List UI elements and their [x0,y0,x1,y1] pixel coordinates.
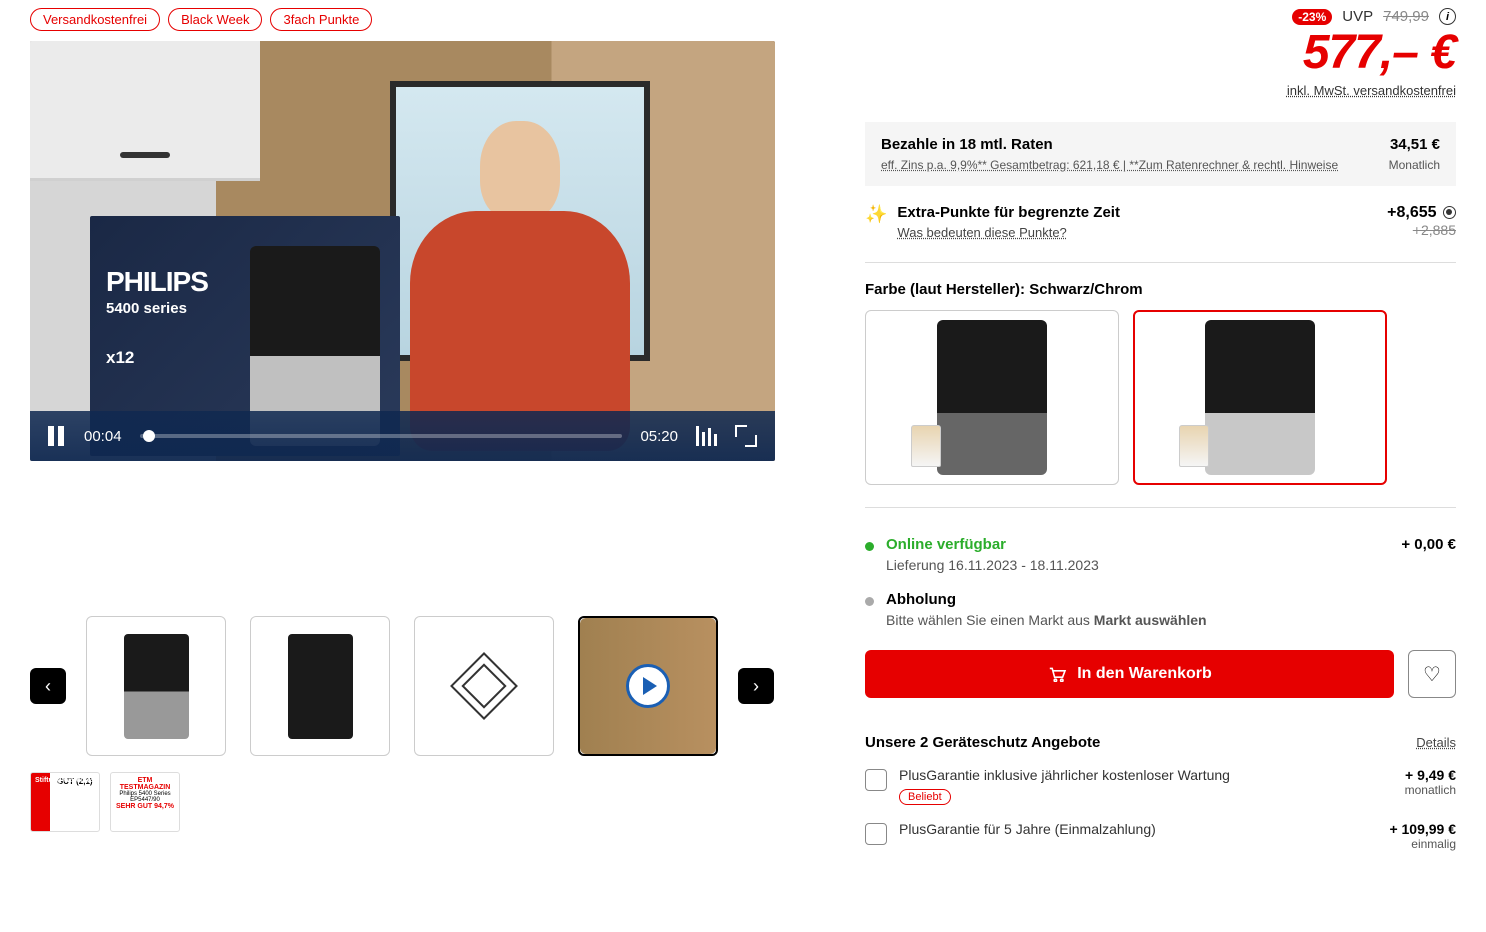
thumb-prev-button[interactable]: ‹ [30,668,66,704]
video-progress-bar[interactable] [140,434,623,438]
warranty-title: Unsere 2 Geräteschutz Angebote [865,734,1100,751]
wishlist-button[interactable]: ♡ [1408,650,1456,698]
video-current-time: 00:04 [84,428,122,445]
pause-button[interactable] [48,426,66,446]
finance-sub-left[interactable]: eff. Zins p.a. 9,9%** Gesamtbetrag: 621,… [881,158,1338,172]
discount-badge: -23% [1292,9,1332,25]
delivery-window: Lieferung 16.11.2023 - 18.11.2023 [886,557,1099,573]
add-to-cart-button[interactable]: In den Warenkorb [865,650,1394,698]
warranty-label-1: PlusGarantie inklusive jährlicher kosten… [899,767,1230,783]
finance-sub-right: Monatlich [1389,158,1440,172]
video-duration: 05:20 [640,428,678,445]
presenter [410,121,630,451]
warranty-freq-1: monatlich [1405,783,1456,797]
warranty-checkbox-2[interactable] [865,823,887,845]
variant-black[interactable] [865,310,1119,485]
warranty-price-1: + 9,49 € [1405,767,1456,783]
finance-title: Bezahle in 18 mtl. Raten [881,136,1053,153]
promo-badges: Versandkostenfrei Black Week 3fach Punkt… [30,8,805,31]
badge-free-shipping: Versandkostenfrei [30,8,160,31]
cart-icon [1047,666,1067,682]
availability-block: Online verfügbar Lieferung 16.11.2023 - … [865,536,1456,628]
play-icon [626,664,670,708]
warranty-option-2: PlusGarantie für 5 Jahre (Einmalzahlung)… [865,821,1456,851]
thumbnail-ar[interactable] [414,616,554,756]
equalizer-icon[interactable] [696,426,717,446]
points-title: Extra-Punkte für begrenzte Zeit [897,204,1120,221]
online-status: Online verfügbar [886,536,1099,553]
warranty-freq-2: einmalig [1389,837,1456,851]
price-header: -23% UVP 749,99 i [865,8,1456,25]
product-video-player[interactable]: PHILIPS 5400 series x12 00:04 05:20 [30,41,775,461]
status-dot-green [865,542,874,551]
thumbnail-carousel: ‹ › [30,616,805,756]
uvp-label: UVP [1342,8,1373,25]
warranty-price-2: + 109,99 € [1389,821,1456,837]
points-info-link[interactable]: Was bedeuten diese Punkte? [897,225,1120,240]
color-variants [865,310,1456,485]
warranty-option-1: PlusGarantie inklusive jährlicher kosten… [865,767,1456,805]
badge-points: 3fach Punkte [270,8,372,31]
sparkle-icon: ✨ [865,204,887,240]
current-price: 577,– € [865,29,1456,77]
coin-icon [1443,206,1456,219]
pickup-title: Abholung [886,591,1207,608]
warranty-label-2: PlusGarantie für 5 Jahre (Einmalzahlung) [899,821,1156,837]
variant-title: Farbe (laut Hersteller): Schwarz/Chrom [865,281,1456,298]
cert-stiftung-warentest: Stiftung Warentest GUT (2,1) [30,772,100,832]
points-block: ✨ Extra-Punkte für begrenzte Zeit Was be… [865,204,1456,240]
certification-badges: Stiftung Warentest GUT (2,1) ETM TESTMAG… [30,772,805,832]
delivery-price: + 0,00 € [1401,536,1456,553]
points-new: +8,655 [1387,204,1436,221]
info-icon[interactable]: i [1439,8,1456,25]
video-controls: 00:04 05:20 [30,411,775,461]
heart-icon: ♡ [1423,662,1441,687]
market-select-link[interactable]: Markt auswählen [1094,612,1207,628]
thumbnail-1[interactable] [86,616,226,756]
warranty-checkbox-1[interactable] [865,769,887,791]
price-sub[interactable]: inkl. MwSt. versandkostenfrei [865,83,1456,98]
video-frame: PHILIPS 5400 series x12 [30,41,775,461]
financing-box[interactable]: Bezahle in 18 mtl. Raten 34,51 € eff. Zi… [865,122,1456,186]
variant-black-chrome[interactable] [1133,310,1387,485]
thumbnail-video[interactable] [578,616,718,756]
warranty-details-link[interactable]: Details [1416,735,1456,750]
thumb-next-button[interactable]: › [738,668,774,704]
warranty-badge-popular: Beliebt [899,789,951,805]
cert-etm: ETM TESTMAGAZIN Philips 5400 Series EP54… [110,772,180,832]
badge-black-week: Black Week [168,8,262,31]
points-old: +2,885 [1387,222,1456,238]
thumbnail-2[interactable] [250,616,390,756]
finance-rate: 34,51 € [1390,136,1440,153]
status-dot-gray [865,597,874,606]
pickup-sub: Bitte wählen Sie einen Markt aus Markt a… [886,612,1207,628]
old-price: 749,99 [1383,8,1429,25]
fullscreen-button[interactable] [735,425,757,447]
